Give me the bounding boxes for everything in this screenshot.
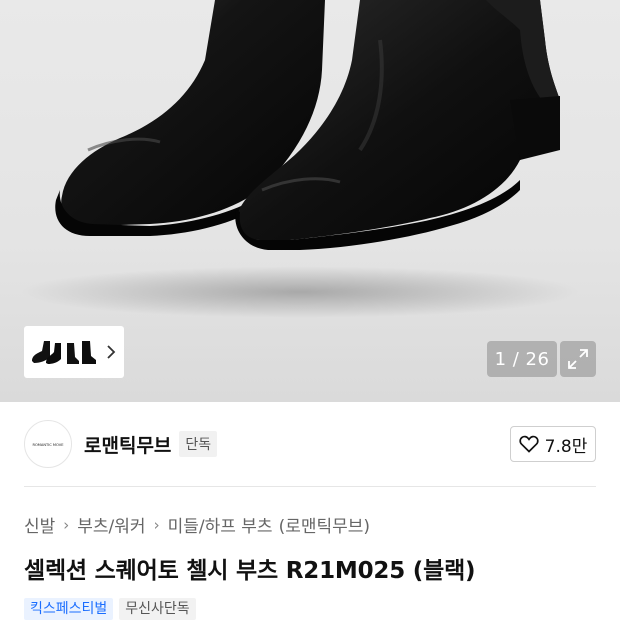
breadcrumb-item-middle-boots[interactable]: 미들/하프 부츠 (168, 512, 273, 537)
heart-outline-icon (519, 435, 539, 453)
breadcrumb-item-shoes[interactable]: 신발 (24, 512, 55, 537)
breadcrumb-brand[interactable]: (로맨틱무브) (279, 512, 370, 537)
chevron-right-icon: › (63, 515, 70, 534)
product-title: 셀렉션 스퀘어토 첼시 부츠 R21M025 (블랙) (24, 558, 476, 584)
like-count: 7.8만 (544, 436, 588, 457)
breadcrumb-item-boots[interactable]: 부츠/워커 (77, 512, 145, 537)
chevron-right-icon: › (153, 515, 160, 534)
breadcrumb: 신발 › 부츠/워커 › 미들/하프 부츠 (로맨틱무브) (24, 512, 370, 538)
thumbnail-strip[interactable] (24, 326, 124, 378)
product-tags: 킥스페스티벌 무신사단독 (24, 598, 196, 620)
divider (24, 486, 596, 487)
boots-thumbnail[interactable] (28, 331, 62, 373)
tag-musinsa-exclusive: 무신사단독 (119, 598, 196, 620)
expand-icon[interactable] (560, 341, 596, 377)
svg-text:ROMANTIC MOVE: ROMANTIC MOVE (32, 443, 64, 447)
boots-side-thumbnail-image (67, 341, 96, 364)
brand-logo-wordmark: ROMANTIC MOVE (32, 443, 64, 447)
image-counter: 1 / 26 (487, 341, 557, 377)
brand-row: ROMANTIC MOVE 로맨틱무브 단독 7.8만 (0, 402, 620, 486)
boots-thumbnail-image (32, 341, 61, 364)
like-button[interactable]: 7.8만 (510, 426, 596, 462)
tag-kicks-festival[interactable]: 킥스페스티벌 (24, 598, 114, 620)
exclusive-badge: 단독 (179, 431, 218, 457)
brand-logo[interactable]: ROMANTIC MOVE (24, 420, 72, 468)
brand-name[interactable]: 로맨틱무브 (84, 431, 171, 458)
chevron-right-icon[interactable] (106, 345, 116, 359)
boots-side-thumbnail[interactable] (64, 331, 98, 373)
product-image-gallery[interactable]: 1 / 26 (0, 0, 620, 402)
